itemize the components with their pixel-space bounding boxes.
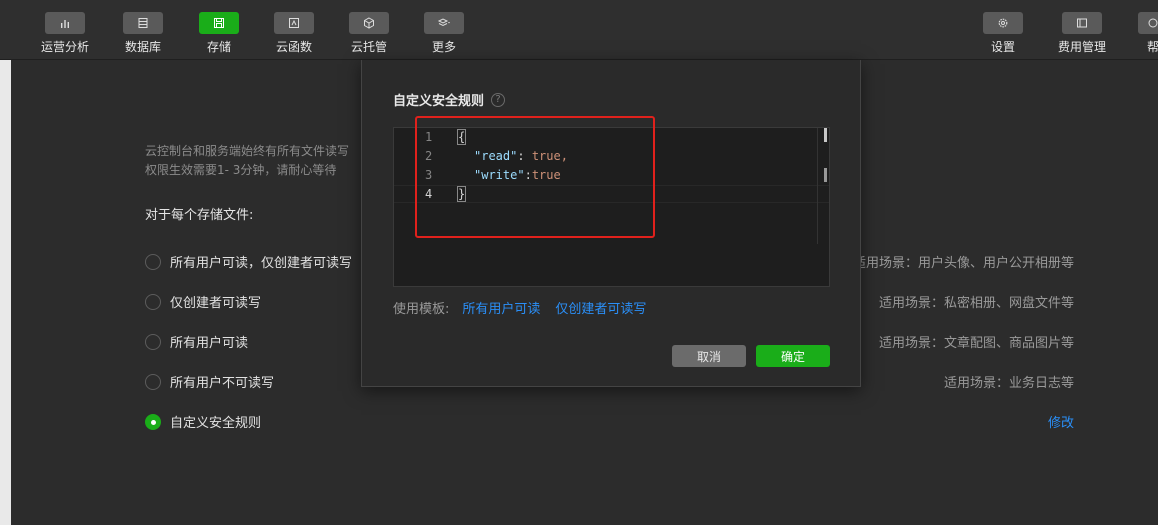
code-token: } bbox=[456, 186, 467, 202]
permission-description: 云控制台和服务端始终有所有文件读写 权限生效需要1- 3分钟，请耐心等待 bbox=[145, 142, 375, 180]
line-number-current: 4 bbox=[425, 187, 433, 201]
code-line-4: } bbox=[456, 186, 467, 202]
radio-button[interactable] bbox=[145, 373, 161, 390]
description-line: 云控制台和服务端始终有所有文件读写 bbox=[145, 144, 350, 158]
option-creator-only[interactable]: 仅创建者可读写 bbox=[145, 292, 261, 311]
toolbar-item-settings[interactable]: 设置 bbox=[973, 12, 1033, 55]
editor-scrollbar[interactable] bbox=[817, 128, 827, 244]
code-token: : bbox=[524, 168, 532, 182]
top-toolbar: 运营分析 数据库 存储 云函数 云托管 更多 设置 费用管理 帮 bbox=[0, 0, 1158, 60]
dialog-title: 自定义安全规则 ? bbox=[393, 90, 506, 109]
line-number: 3 bbox=[425, 168, 433, 182]
billing-icon bbox=[1062, 12, 1102, 34]
option-label: 所有用户可读，仅创建者可读写 bbox=[170, 256, 353, 271]
line-number: 2 bbox=[425, 149, 433, 163]
toolbar-label: 更多 bbox=[431, 40, 456, 54]
radio-button-checked[interactable] bbox=[145, 413, 161, 430]
bar-chart-icon bbox=[45, 12, 85, 34]
option-no-access[interactable]: 所有用户不可读写 bbox=[145, 372, 274, 391]
code-token: "write" bbox=[474, 168, 525, 182]
cube-icon bbox=[349, 12, 389, 34]
section-title: 对于每个存储文件: bbox=[145, 208, 254, 223]
cancel-button[interactable]: 取消 bbox=[672, 345, 746, 367]
description-line: 权限生效需要1- 3分钟，请耐心等待 bbox=[145, 163, 337, 177]
option-scene: 适用场景：文章配图、商品图片等 bbox=[878, 336, 1074, 351]
line-number: 1 bbox=[425, 130, 433, 144]
left-panel-edge bbox=[0, 60, 11, 525]
toolbar-label: 云函数 bbox=[275, 40, 312, 54]
code-token: true bbox=[531, 168, 561, 182]
option-public-read[interactable]: 所有用户可读 bbox=[145, 332, 248, 351]
layers-icon bbox=[424, 12, 464, 34]
help-icon bbox=[1138, 12, 1158, 34]
option-scene: 适用场景：业务日志等 bbox=[943, 376, 1074, 391]
save-icon bbox=[199, 12, 239, 34]
code-token: "read" bbox=[474, 149, 518, 163]
function-icon bbox=[274, 12, 314, 34]
scrollbar-marker bbox=[824, 168, 827, 182]
radio-button[interactable] bbox=[145, 253, 161, 270]
toolbar-item-more[interactable]: 更多 bbox=[414, 12, 474, 55]
code-editor[interactable]: 1 2 3 4 { "read": true, "write":true } bbox=[393, 127, 830, 287]
gear-icon bbox=[983, 12, 1023, 34]
code-line-3: "write":true bbox=[474, 168, 561, 182]
toolbar-label: 设置 bbox=[990, 40, 1015, 54]
templates-label: 使用模板: bbox=[393, 302, 450, 317]
code-token: { bbox=[456, 129, 467, 145]
template-row: 使用模板: 所有用户可读 仅创建者可读写 bbox=[393, 298, 661, 317]
option-label: 所有用户不可读写 bbox=[170, 376, 275, 391]
toolbar-label: 数据库 bbox=[124, 40, 161, 54]
template-link-creator-only[interactable]: 仅创建者可读写 bbox=[555, 298, 646, 317]
toolbar-label: 云托管 bbox=[350, 40, 387, 54]
option-label: 仅创建者可读写 bbox=[170, 296, 262, 311]
database-icon bbox=[123, 12, 163, 34]
option-label: 自定义安全规则 bbox=[170, 416, 262, 431]
toolbar-label: 存储 bbox=[206, 40, 231, 54]
toolbar-label: 帮 bbox=[1146, 40, 1158, 54]
option-public-read-creator-write[interactable]: 所有用户可读，仅创建者可读写 bbox=[145, 252, 352, 271]
toolbar-item-analytics[interactable]: 运营分析 bbox=[35, 12, 95, 55]
code-token: : bbox=[517, 149, 532, 163]
dialog-title-text: 自定义安全规则 bbox=[393, 94, 485, 109]
option-scene: 适用场景：私密相册、网盘文件等 bbox=[878, 296, 1074, 311]
help-icon[interactable]: ? bbox=[491, 92, 506, 107]
code-token: true, bbox=[531, 149, 568, 163]
radio-button[interactable] bbox=[145, 333, 161, 350]
code-line-1: { bbox=[456, 129, 467, 145]
radio-button[interactable] bbox=[145, 293, 161, 310]
modify-link[interactable]: 修改 bbox=[1048, 412, 1074, 431]
toolbar-item-database[interactable]: 数据库 bbox=[113, 12, 173, 55]
toolbar-item-cloud-hosting[interactable]: 云托管 bbox=[339, 12, 399, 55]
scrollbar-thumb[interactable] bbox=[824, 128, 827, 142]
toolbar-label: 费用管理 bbox=[1057, 40, 1106, 54]
custom-rules-dialog: 自定义安全规则 ? 1 2 3 4 { "read": true, "write… bbox=[361, 60, 861, 387]
toolbar-label: 运营分析 bbox=[40, 40, 89, 54]
option-custom-rules[interactable]: 自定义安全规则 bbox=[145, 412, 261, 431]
confirm-button[interactable]: 确定 bbox=[756, 345, 830, 367]
option-scene: 适用场景：用户头像、用户公开相册等 bbox=[852, 256, 1074, 271]
option-label: 所有用户可读 bbox=[170, 336, 249, 351]
toolbar-item-storage[interactable]: 存储 bbox=[189, 12, 249, 55]
toolbar-item-help[interactable]: 帮 bbox=[1128, 12, 1158, 55]
template-link-public-read[interactable]: 所有用户可读 bbox=[462, 298, 540, 317]
toolbar-item-functions[interactable]: 云函数 bbox=[264, 12, 324, 55]
code-line-2: "read": true, bbox=[474, 149, 568, 163]
toolbar-item-billing[interactable]: 费用管理 bbox=[1052, 12, 1112, 55]
